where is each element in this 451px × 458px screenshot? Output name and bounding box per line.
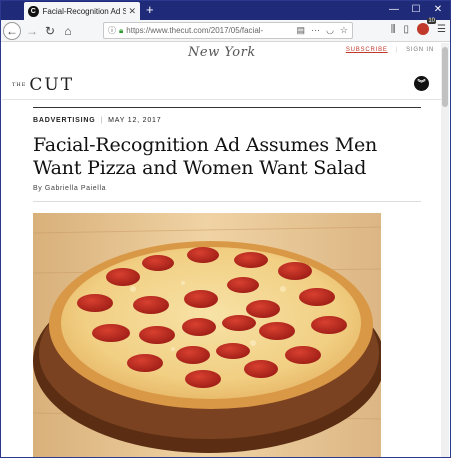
favicon-icon: C <box>28 5 39 17</box>
tab-article[interactable]: C Facial-Recognition Ad Shows M ✕ <box>24 2 140 20</box>
browser-window: C Facial-Recognition Ad Shows M ✕ + — ☐ … <box>0 0 451 458</box>
sign-in-link[interactable]: SIGN IN <box>406 47 434 53</box>
scrollbar-thumb[interactable] <box>442 47 448 107</box>
pocket-icon[interactable]: ◡ <box>326 25 334 36</box>
extension-badge: 10 <box>427 18 437 24</box>
extension-icon[interactable]: 10 <box>417 18 437 35</box>
page-actions-icon[interactable]: ··· <box>311 25 320 36</box>
close-window-icon[interactable]: ✕ <box>431 3 445 17</box>
web-page: New York SUBSCRIBE | SIGN IN THE CUT ︾ B… <box>2 43 442 457</box>
minimize-icon[interactable]: — <box>387 3 401 17</box>
article-kicker[interactable]: BADVERTISING <box>33 117 96 124</box>
reload-icon[interactable]: ↻ <box>41 22 59 40</box>
article-date: MAY 12, 2017 <box>108 117 162 124</box>
article-rubric: BADVERTISING | MAY 12, 2017 <box>33 117 161 124</box>
article-byline: By Gabriella Paiella <box>33 185 107 192</box>
navigation-bar: ← → ↻ ⌂ ⓘ 🔒︎ https://www.thecut.com/2017… <box>1 18 450 42</box>
forward-icon[interactable]: → <box>23 22 41 40</box>
rubric-rule <box>33 107 421 108</box>
pizza-illustration <box>33 213 381 457</box>
tab-title: Facial-Recognition Ad Shows M <box>42 6 127 16</box>
page-scrollbar[interactable] <box>441 43 449 457</box>
tab-strip: C Facial-Recognition Ad Shows M ✕ + — ☐ … <box>1 1 450 20</box>
the-cut-logo[interactable]: THE CUT <box>12 75 74 95</box>
menu-chevron-icon[interactable]: ︾ <box>414 76 429 91</box>
maximize-icon[interactable]: ☐ <box>409 3 423 17</box>
new-york-logo[interactable]: New York <box>188 45 256 60</box>
subscribe-link[interactable]: SUBSCRIBE <box>346 47 388 53</box>
lock-icon: 🔒︎ <box>119 25 124 35</box>
url-text[interactable]: https://www.thecut.com/2017/05/facial- <box>126 26 276 35</box>
bookmark-star-icon[interactable]: ☆ <box>340 25 348 36</box>
header-divider <box>2 99 442 100</box>
reader-view-icon[interactable]: ▤ <box>297 25 306 36</box>
url-bar[interactable]: ⓘ 🔒︎ https://www.thecut.com/2017/05/faci… <box>103 22 353 39</box>
link-separator: | <box>395 47 399 53</box>
new-tab-icon[interactable]: + <box>146 2 154 18</box>
info-icon[interactable]: ⓘ <box>108 25 116 36</box>
logo-the: THE <box>12 81 27 88</box>
hamburger-menu-icon[interactable]: ☰ <box>437 24 446 35</box>
rubric-separator: | <box>100 117 104 124</box>
sidebar-icon[interactable]: ▯ <box>404 24 410 35</box>
back-icon[interactable]: ← <box>3 22 21 40</box>
account-links: SUBSCRIBE | SIGN IN <box>346 47 434 53</box>
close-tab-icon[interactable]: ✕ <box>128 6 136 17</box>
byline-divider <box>33 201 421 202</box>
hero-image-pizza <box>33 213 381 457</box>
logo-cut: CUT <box>29 75 75 95</box>
library-icon[interactable]: ⫼ <box>391 24 396 35</box>
toolbar-right: ⫼ ▯ 10 ☰ <box>391 18 446 35</box>
article-headline: Facial-Recognition Ad Assumes Men Want P… <box>33 134 378 179</box>
home-icon[interactable]: ⌂ <box>59 22 77 40</box>
